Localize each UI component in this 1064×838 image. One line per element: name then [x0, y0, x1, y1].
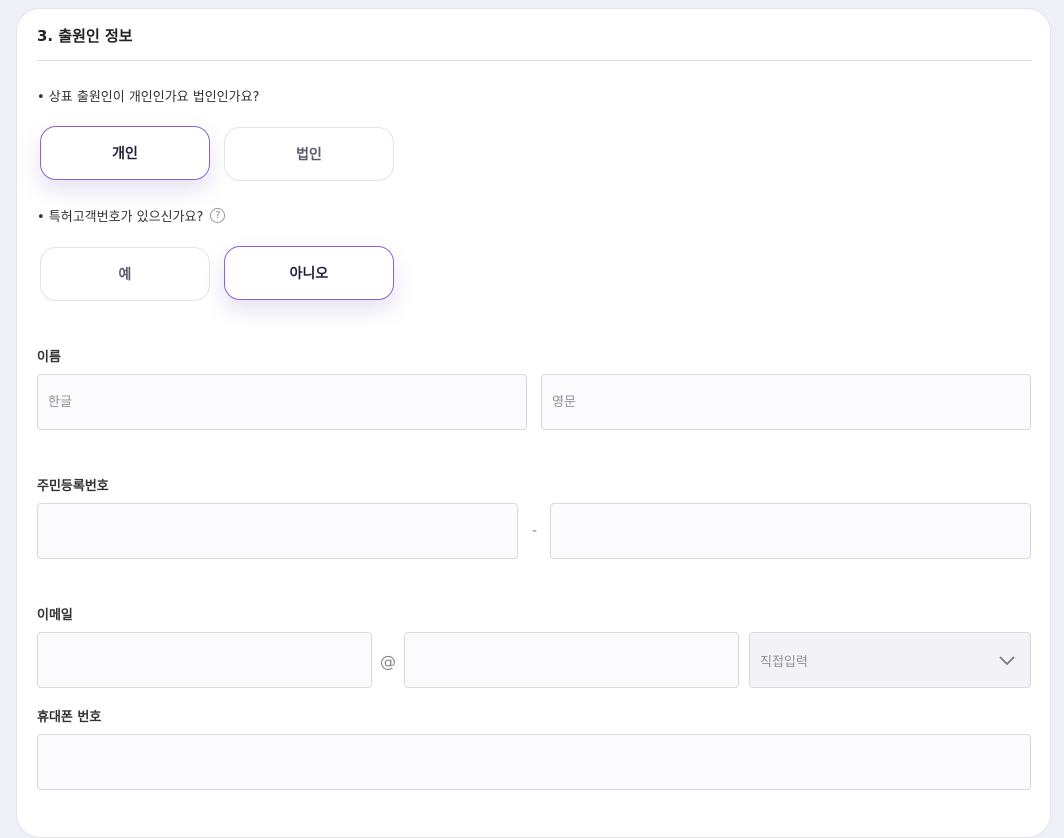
name-korean-input[interactable] [37, 374, 527, 430]
section-title: 3. 출원인 정보 [37, 27, 133, 45]
rrn-separator: - [531, 523, 538, 539]
customer-number-question: • 특허고객번호가 있으신가요? ? [37, 206, 226, 225]
email-label: 이메일 [37, 608, 73, 623]
rrn-label: 주민등록번호 [37, 479, 109, 494]
help-icon[interactable]: ? [210, 208, 226, 223]
email-at-sign: @ [380, 652, 396, 671]
applicant-type-corporation-button[interactable]: 법인 [224, 127, 394, 181]
chevron-down-icon [999, 656, 1015, 666]
email-id-input[interactable] [37, 632, 372, 688]
customer-number-yes-button[interactable]: 예 [40, 247, 210, 301]
email-domain-input[interactable] [404, 632, 739, 688]
phone-label: 휴대폰 번호 [37, 710, 102, 725]
customer-number-no-button[interactable]: 아니오 [224, 246, 394, 300]
applicant-type-question: • 상표 출원인이 개인인가요 법인인가요? [37, 86, 259, 105]
email-domain-select-value: 직접입력 [760, 654, 808, 670]
name-english-input[interactable] [541, 374, 1031, 430]
applicant-type-question-text: • 상표 출원인이 개인인가요 법인인가요? [37, 90, 260, 105]
rrn-back-input[interactable] [550, 503, 1031, 559]
applicant-type-individual-button[interactable]: 개인 [40, 126, 210, 180]
name-label: 이름 [37, 350, 61, 365]
customer-number-question-text: • 특허고객번호가 있으신가요? [37, 210, 204, 225]
phone-input[interactable] [37, 734, 1031, 790]
email-domain-select[interactable]: 직접입력 [749, 632, 1031, 688]
applicant-info-card: 3. 출원인 정보 • 상표 출원인이 개인인가요 법인인가요? 개인 법인 •… [16, 8, 1051, 838]
rrn-front-input[interactable] [37, 503, 518, 559]
section-divider [37, 60, 1032, 61]
